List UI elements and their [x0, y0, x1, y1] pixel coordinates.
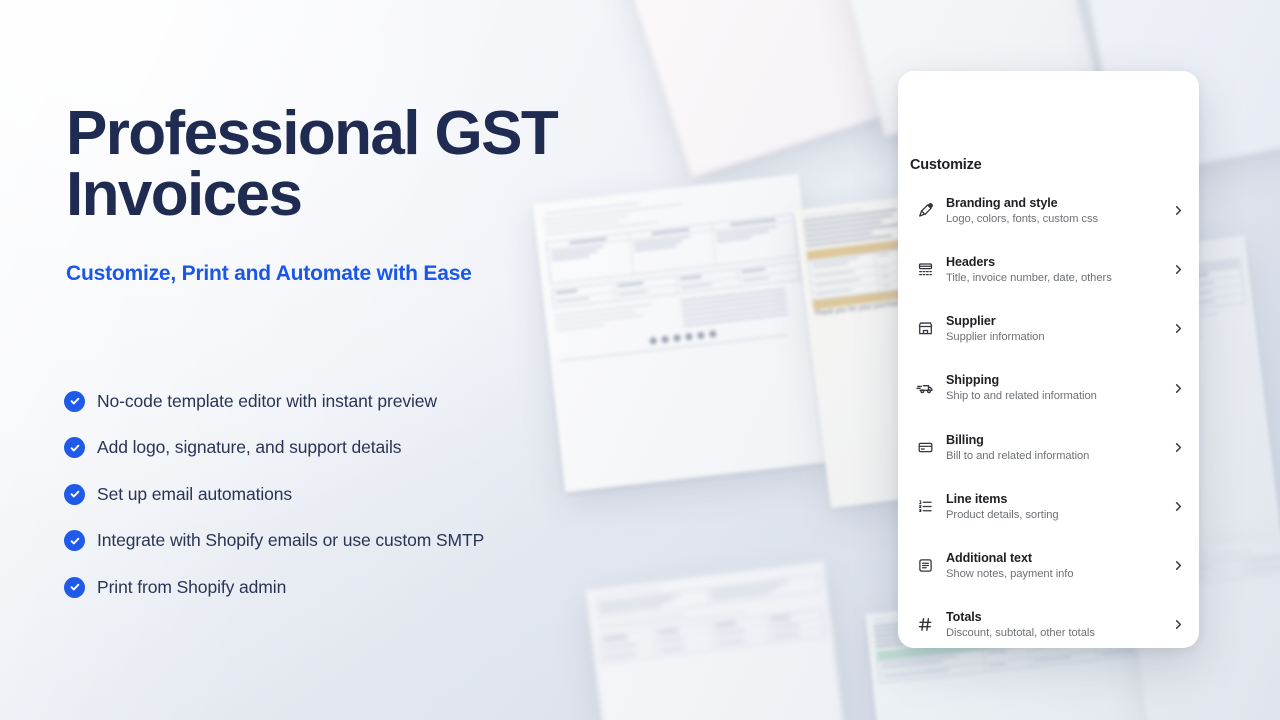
feature-label: Set up email automations — [97, 483, 293, 504]
header-layout-icon — [914, 261, 936, 278]
chevron-right-icon[interactable] — [1171, 205, 1185, 216]
page-subtitle: Customize, Print and Automate with Ease — [66, 261, 472, 285]
check-circle-icon — [64, 530, 85, 552]
check-circle-icon — [64, 437, 85, 459]
customize-section-list: Branding and style Logo, colors, fonts, … — [898, 181, 1199, 648]
hash-icon — [914, 616, 936, 633]
check-circle-icon — [64, 483, 85, 505]
hero-copy: Professional GST Invoices Customize, Pri… — [66, 103, 666, 286]
customize-row-shipping[interactable]: Shipping Ship to and related information — [898, 359, 1199, 418]
headline-line-1: Professional GST — [66, 99, 559, 168]
row-text: Additional text Show notes, payment info — [946, 550, 1171, 582]
row-subtitle: Discount, subtotal, other totals — [946, 627, 1095, 640]
row-title: Supplier — [946, 314, 996, 329]
feature-list: No-code template editor with instant pre… — [64, 378, 484, 611]
row-subtitle: Ship to and related information — [946, 390, 1097, 403]
row-subtitle: Title, invoice number, date, others — [946, 272, 1112, 285]
customize-row-headers[interactable]: Headers Title, invoice number, date, oth… — [898, 240, 1199, 299]
customize-row-branding-and-style[interactable]: Branding and style Logo, colors, fonts, … — [898, 181, 1199, 240]
chevron-right-icon[interactable] — [1171, 501, 1185, 512]
row-text: Supplier Supplier information — [946, 313, 1171, 345]
list-item: Set up email automations — [64, 471, 484, 518]
feature-label: Integrate with Shopify emails or use cus… — [97, 530, 485, 551]
row-title: Branding and style — [946, 195, 1058, 210]
list-item: Print from Shopify admin — [64, 564, 484, 611]
chevron-right-icon[interactable] — [1171, 383, 1185, 394]
chevron-right-icon[interactable] — [1171, 619, 1185, 630]
row-subtitle: Show notes, payment info — [946, 567, 1074, 580]
row-title: Totals — [946, 610, 982, 625]
check-circle-icon — [64, 576, 85, 598]
row-text: Totals Discount, subtotal, other totals — [946, 609, 1171, 641]
ordered-list-icon — [914, 498, 936, 515]
row-text: Line items Product details, sorting — [946, 491, 1171, 523]
customize-row-line-items[interactable]: Line items Product details, sorting — [898, 477, 1199, 536]
row-subtitle: Product details, sorting — [946, 508, 1059, 521]
chevron-right-icon[interactable] — [1171, 323, 1185, 334]
customize-panel: Customize Branding and style Logo, color… — [898, 71, 1199, 648]
row-subtitle: Logo, colors, fonts, custom css — [946, 212, 1099, 225]
panel-title: Customize — [910, 157, 982, 173]
row-title: Headers — [946, 254, 996, 269]
feature-label: Add logo, signature, and support details — [97, 437, 402, 458]
row-subtitle: Bill to and related information — [946, 449, 1090, 462]
row-text: Headers Title, invoice number, date, oth… — [946, 254, 1171, 286]
list-item: Add logo, signature, and support details — [64, 425, 484, 472]
row-subtitle: Supplier information — [946, 331, 1045, 344]
hero-banner: Thank you for your purchase! — [0, 0, 1280, 720]
feature-label: No-code template editor with instant pre… — [97, 390, 437, 411]
note-icon — [914, 557, 936, 574]
list-item: No-code template editor with instant pre… — [64, 378, 484, 425]
store-icon — [914, 320, 936, 337]
customize-row-billing[interactable]: Billing Bill to and related information — [898, 418, 1199, 477]
chevron-right-icon[interactable] — [1171, 560, 1185, 571]
row-title: Additional text — [946, 550, 1032, 565]
row-title: Shipping — [946, 373, 1000, 388]
feature-label: Print from Shopify admin — [97, 576, 287, 597]
customize-row-additional-text[interactable]: Additional text Show notes, payment info — [898, 536, 1199, 595]
row-text: Billing Bill to and related information — [946, 432, 1171, 464]
chevron-right-icon[interactable] — [1171, 442, 1185, 453]
row-text: Shipping Ship to and related information — [946, 372, 1171, 404]
list-item: Integrate with Shopify emails or use cus… — [64, 518, 484, 565]
check-circle-icon — [64, 390, 85, 412]
delivery-truck-icon — [914, 379, 936, 397]
row-title: Billing — [946, 432, 984, 447]
headline-line-2: Invoices — [66, 159, 303, 229]
row-text: Branding and style Logo, colors, fonts, … — [946, 195, 1171, 227]
chevron-right-icon[interactable] — [1171, 264, 1185, 275]
paint-brush-icon — [914, 202, 936, 219]
page-title: Professional GST Invoices — [66, 103, 666, 229]
credit-card-icon — [914, 439, 936, 456]
row-title: Line items — [946, 491, 1008, 506]
customize-row-totals[interactable]: Totals Discount, subtotal, other totals — [898, 595, 1199, 648]
customize-row-supplier[interactable]: Supplier Supplier information — [898, 299, 1199, 358]
